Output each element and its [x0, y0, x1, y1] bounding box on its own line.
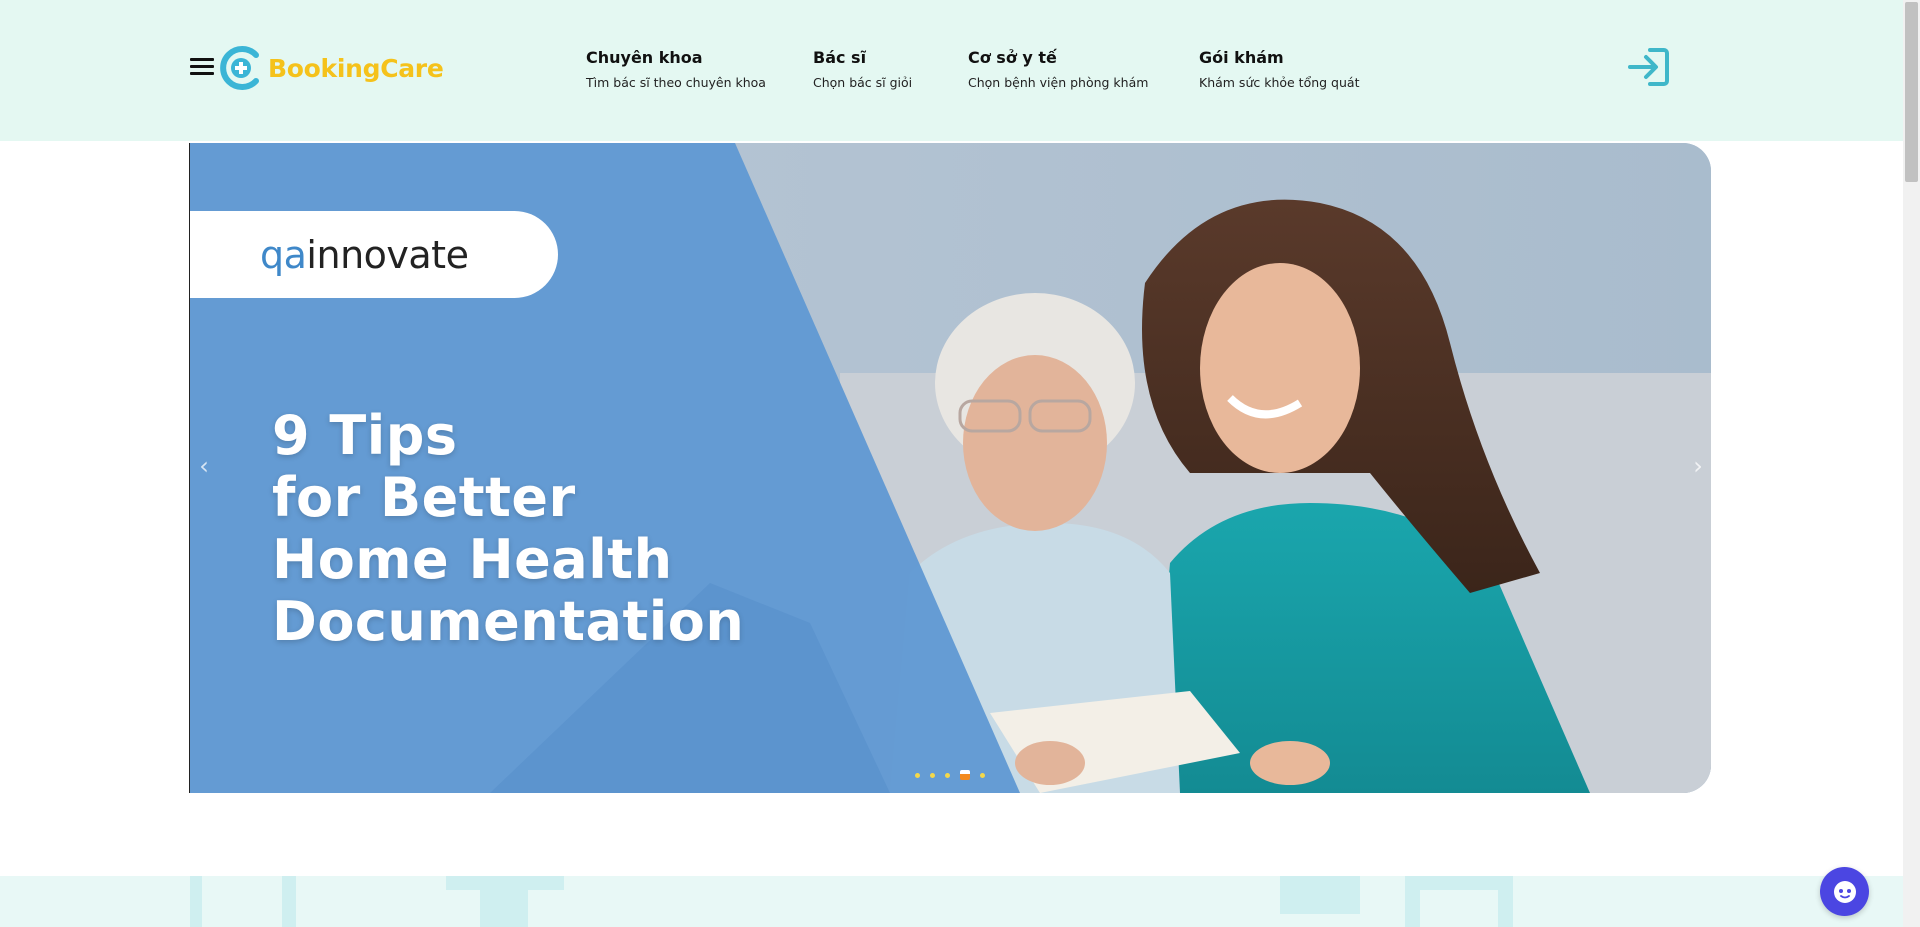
- partner-logo: qainnovate: [190, 211, 558, 298]
- carousel-dot[interactable]: [915, 772, 920, 778]
- banner-carousel[interactable]: qainnovate 9 Tips for Better Home Health…: [190, 143, 1711, 793]
- chatbot-icon[interactable]: [1820, 867, 1869, 916]
- nav-item-title: Gói khám: [1199, 48, 1284, 67]
- scrollbar-thumb[interactable]: [1905, 2, 1918, 182]
- partner-logo-prefix: qa: [260, 232, 307, 277]
- headline-line: Documentation: [272, 590, 745, 653]
- carousel-dot[interactable]: [930, 772, 935, 778]
- headline-line: 9 Tips: [272, 404, 458, 467]
- nav-item-subtitle: Chọn bệnh viện phòng khám: [968, 75, 1149, 90]
- nav-item-title: Chuyên khoa: [586, 48, 703, 67]
- nav-item-subtitle: Tìm bác sĩ theo chuyên khoa: [586, 75, 766, 90]
- partner-logo-text: qainnovate: [260, 232, 469, 277]
- carousel-dot[interactable]: [945, 772, 950, 778]
- carousel-dots: [915, 770, 985, 780]
- logo-text: BookingCare: [268, 53, 444, 83]
- carousel-dot[interactable]: [980, 772, 985, 778]
- banner-headline: 9 Tips for Better Home Health Documentat…: [272, 405, 744, 653]
- nav-item-subtitle: Khám sức khỏe tổng quát: [1199, 75, 1360, 90]
- nav-item-title: Cơ sở y tế: [968, 48, 1057, 67]
- nav-item-subtitle: Chọn bác sĩ giỏi: [813, 75, 913, 90]
- nav-item-title: Bác sĩ: [813, 48, 867, 67]
- headline-line: for Better: [272, 466, 576, 529]
- specialty-section: [0, 876, 1903, 927]
- logo[interactable]: BookingCare: [218, 45, 444, 91]
- site-header: BookingCare Chuyên khoa Tìm bác sĩ theo …: [0, 0, 1903, 141]
- nav-item-doctor[interactable]: Bác sĩ Chọn bác sĩ giỏi: [813, 48, 912, 90]
- logo-icon: [220, 46, 259, 90]
- nav-item-specialty[interactable]: Chuyên khoa Tìm bác sĩ theo chuyên khoa: [586, 48, 766, 90]
- login-icon[interactable]: [1626, 44, 1672, 90]
- chevron-left-icon[interactable]: ‹: [192, 451, 216, 481]
- menu-icon[interactable]: [190, 58, 214, 82]
- chatbot-face-icon: [1833, 880, 1856, 903]
- section-decoration: [190, 876, 1513, 927]
- carousel-dot-active[interactable]: [960, 770, 970, 780]
- vertical-scrollbar[interactable]: [1903, 0, 1920, 927]
- partner-logo-suffix: innovate: [306, 232, 469, 277]
- nav-item-facility[interactable]: Cơ sở y tế Chọn bệnh viện phòng khám: [968, 48, 1148, 90]
- nav-item-package[interactable]: Gói khám Khám sức khỏe tổng quát: [1199, 48, 1359, 90]
- chevron-right-icon[interactable]: ›: [1686, 451, 1710, 481]
- headline-line: Home Health: [272, 528, 673, 591]
